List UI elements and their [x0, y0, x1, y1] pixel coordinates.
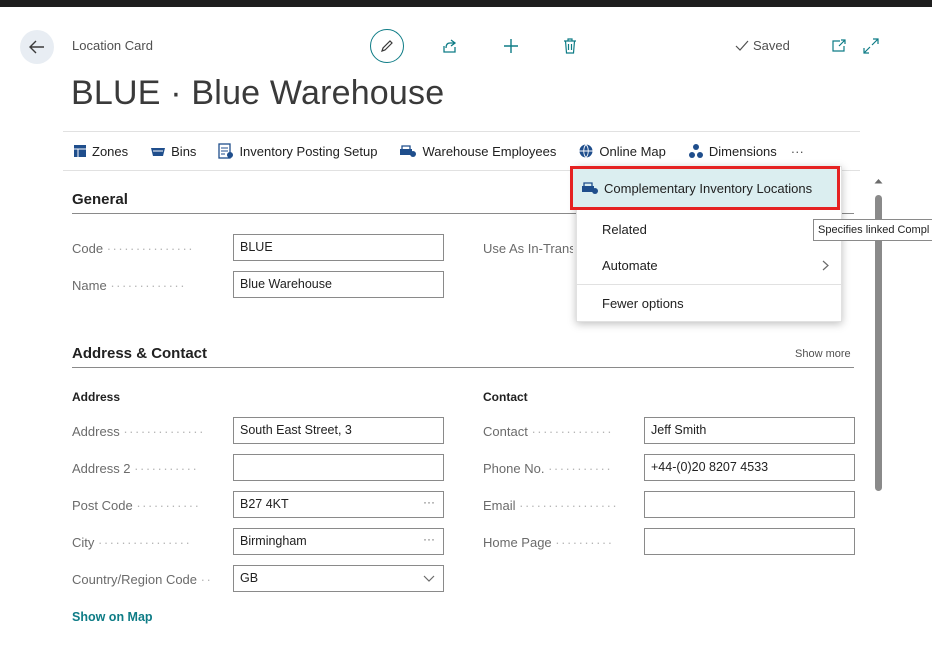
more-actions-button[interactable]: ···: [791, 144, 804, 159]
tooltip: Specifies linked Compl: [813, 219, 932, 241]
section-divider: [72, 367, 854, 368]
post-code-field[interactable]: B27 4KT ···: [233, 491, 444, 518]
country-value: GB: [240, 571, 259, 585]
city-label: City ················: [72, 535, 192, 550]
plus-icon: [504, 39, 518, 53]
menu-item-complementary-label: Complementary Inventory Locations: [604, 180, 813, 196]
name-label: Name ·············: [72, 278, 187, 293]
city-field[interactable]: Birmingham ···: [233, 528, 444, 555]
name-label-text: Name: [72, 278, 107, 293]
action-inventory-posting-setup[interactable]: Inventory Posting Setup: [218, 143, 377, 159]
page-title: BLUE · Blue Warehouse: [71, 74, 445, 112]
save-status: Saved: [735, 38, 790, 53]
post-code-label-text: Post Code: [72, 498, 133, 513]
menu-item-fewer-options[interactable]: Fewer options: [577, 285, 843, 321]
action-bar: Zones Bins Inventory Posting Setup Wareh…: [63, 131, 860, 171]
menu-item-automate[interactable]: Automate: [577, 247, 843, 283]
country-region-code-label: Country/Region Code ··: [72, 572, 213, 587]
post-code-value: B27 4KT: [240, 497, 289, 511]
address-heading: Address: [72, 390, 121, 404]
show-on-map-link[interactable]: Show on Map: [72, 610, 153, 624]
country-region-code-label-text: Country/Region Code: [72, 572, 198, 587]
menu-item-automate-label: Automate: [602, 257, 658, 273]
share-icon: [443, 39, 457, 53]
home-page-label-text: Home Page: [483, 535, 552, 550]
delete-button[interactable]: [560, 36, 580, 56]
open-window-icon: [832, 39, 846, 52]
posting-setup-icon: [218, 143, 234, 159]
breadcrumb: Location Card: [72, 38, 153, 53]
action-online-map[interactable]: Online Map: [578, 143, 666, 159]
action-zones[interactable]: Zones: [73, 144, 128, 159]
pencil-icon: [381, 40, 393, 52]
phone-no-field[interactable]: +44-(0)20 8207 4533: [644, 454, 855, 481]
code-label-text: Code: [72, 241, 104, 256]
action-inventory-posting-setup-label: Inventory Posting Setup: [239, 143, 378, 159]
contact-field[interactable]: Jeff Smith: [644, 417, 855, 444]
new-button[interactable]: [501, 36, 521, 56]
use-as-in-transit-label: Use As In-Trans: [483, 241, 573, 256]
bins-icon: [151, 148, 166, 156]
show-more-link[interactable]: Show more: [795, 348, 851, 360]
action-warehouse-employees[interactable]: Warehouse Employees: [399, 144, 556, 159]
city-label-text: City: [72, 535, 95, 550]
contact-label-text: Contact: [483, 424, 528, 439]
zones-icon: [74, 145, 86, 157]
phone-no-label: Phone No. ···········: [483, 461, 613, 476]
globe-icon: [579, 144, 593, 158]
address2-label-text: Address 2: [72, 461, 131, 476]
contact-label: Contact ··············: [483, 424, 614, 439]
home-page-label: Home Page ··········: [483, 535, 614, 550]
check-icon: [735, 40, 749, 51]
action-zones-label: Zones: [92, 143, 129, 159]
code-label: Code ···············: [72, 241, 195, 256]
action-dimensions-label: Dimensions: [708, 143, 777, 159]
action-online-map-label: Online Map: [599, 143, 666, 159]
scroll-up-arrow-icon[interactable]: [874, 178, 883, 184]
action-bins[interactable]: Bins: [150, 144, 196, 159]
warehouse-locations-icon: [582, 182, 598, 194]
expand-button[interactable]: [861, 36, 881, 56]
section-address-contact-title[interactable]: Address & Contact: [72, 345, 207, 362]
back-button[interactable]: [20, 30, 54, 64]
section-general-title[interactable]: General: [72, 191, 128, 208]
address-field[interactable]: South East Street, 3: [233, 417, 444, 444]
country-region-code-select[interactable]: GB: [233, 565, 444, 592]
email-label-text: Email: [483, 498, 516, 513]
address2-field[interactable]: [233, 454, 444, 481]
address-label-text: Address: [72, 424, 120, 439]
dimensions-icon: [688, 144, 703, 158]
expand-icon: [863, 38, 879, 54]
contact-heading: Contact: [483, 390, 528, 404]
lookup-ellipsis-icon[interactable]: ···: [423, 532, 435, 546]
post-code-label: Post Code ···········: [72, 498, 201, 513]
action-dimensions[interactable]: Dimensions: [688, 143, 777, 159]
top-bar: [0, 0, 932, 7]
chevron-down-icon: [423, 575, 435, 582]
save-status-label: Saved: [753, 38, 790, 53]
lookup-ellipsis-icon[interactable]: ···: [423, 495, 435, 509]
action-bins-label: Bins: [171, 143, 197, 159]
phone-no-label-text: Phone No.: [483, 461, 545, 476]
address2-label: Address 2 ···········: [72, 461, 199, 476]
email-label: Email ·················: [483, 498, 619, 513]
code-field[interactable]: BLUE: [233, 234, 444, 261]
menu-item-complementary-inventory-locations[interactable]: Complementary Inventory Locations: [570, 166, 840, 210]
warehouse-employees-icon: [400, 145, 417, 157]
arrow-left-icon: [29, 40, 44, 54]
menu-item-related[interactable]: Related: [577, 211, 843, 247]
name-field[interactable]: Blue Warehouse: [233, 271, 444, 298]
trash-icon: [564, 38, 576, 54]
edit-button[interactable]: [370, 29, 404, 63]
share-button[interactable]: [440, 36, 460, 56]
action-warehouse-employees-label: Warehouse Employees: [422, 143, 557, 159]
city-value: Birmingham: [240, 534, 307, 548]
chevron-right-icon: [822, 260, 829, 271]
home-page-field[interactable]: [644, 528, 855, 555]
email-field[interactable]: [644, 491, 855, 518]
open-new-window-button[interactable]: [829, 36, 849, 56]
address-label: Address ··············: [72, 424, 205, 439]
